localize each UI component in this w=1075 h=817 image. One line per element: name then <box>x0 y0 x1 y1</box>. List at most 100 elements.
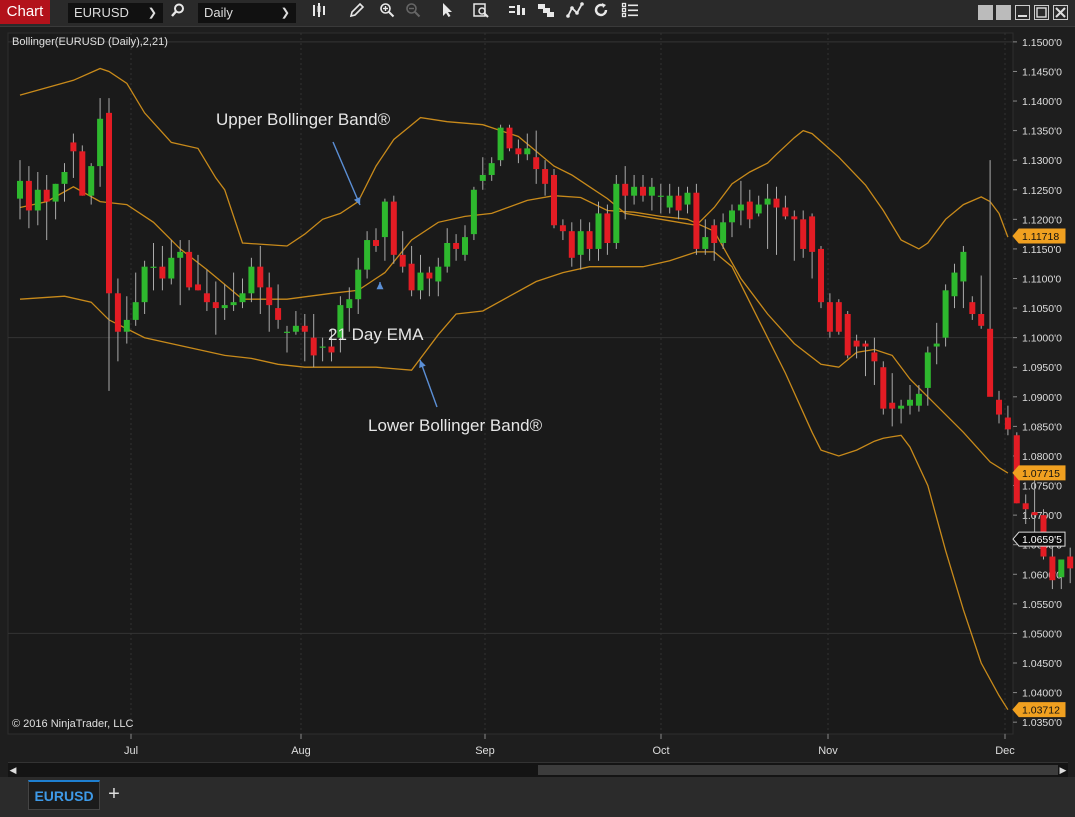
horizontal-scrollbar[interactable]: ◀ ▶ <box>8 762 1068 777</box>
candle-body <box>586 231 593 249</box>
candle-body <box>257 266 264 288</box>
candle-body <box>462 237 468 255</box>
y-tick-label: 1.1350'0 <box>1022 126 1062 138</box>
candle-body <box>470 189 477 235</box>
candle-body <box>915 393 922 406</box>
y-tick-label: 1.0500'0 <box>1022 628 1062 640</box>
maximize-button[interactable] <box>1034 5 1049 20</box>
scroll-left-icon[interactable]: ◀ <box>8 763 18 777</box>
x-tick-label: Jul <box>124 745 138 757</box>
candle <box>506 124 513 152</box>
candle-body <box>34 189 41 211</box>
candle-body <box>951 272 958 297</box>
y-tick-label: 1.0900'0 <box>1022 392 1062 404</box>
y-tick-label: 1.1450'0 <box>1022 66 1062 78</box>
candle-body <box>114 293 121 332</box>
candle <box>818 245 824 309</box>
y-tick-label: 1.0550'0 <box>1022 599 1062 611</box>
candle-body <box>657 195 664 197</box>
minimize-button[interactable] <box>1015 5 1030 20</box>
candle-body <box>17 180 23 199</box>
reload-icon[interactable] <box>593 2 615 24</box>
candle-body <box>150 266 157 268</box>
pencil-icon[interactable] <box>349 2 371 24</box>
y-tick-label: 1.1500'0 <box>1022 37 1062 49</box>
candle-body <box>551 174 557 226</box>
y-tick-label: 1.1300'0 <box>1022 155 1062 167</box>
scrollbar-thumb[interactable] <box>538 765 1058 775</box>
zoom-in-icon[interactable] <box>379 2 401 24</box>
indicator-list-icon[interactable] <box>621 2 643 24</box>
price-chart[interactable]: 1.1500'0 1.1450'0 1.1400'0 1.1350'0 1.1300'0… <box>0 27 1075 762</box>
candle-body <box>310 337 317 356</box>
candle-body <box>123 319 130 332</box>
candle <box>693 183 700 255</box>
ema-label: 21 Day EMA <box>328 325 424 344</box>
candle-body <box>755 204 762 214</box>
candle-body <box>177 251 184 258</box>
strategy-icon[interactable] <box>566 2 588 24</box>
candle-body <box>844 313 851 356</box>
chart-app-label: Chart <box>0 0 50 24</box>
tab-eurusd[interactable]: EURUSD <box>28 780 100 810</box>
search-icon[interactable] <box>170 2 192 24</box>
candle-body <box>168 257 175 279</box>
candle-body <box>52 183 59 202</box>
candle <box>613 174 620 249</box>
x-tick-label: Oct <box>652 745 669 757</box>
candle-body <box>506 127 513 149</box>
tab-bar: EURUSD + <box>0 777 1075 817</box>
candle-body <box>230 302 237 306</box>
price-marker-label: 1.07715 <box>1022 468 1060 480</box>
candle-body <box>907 399 913 406</box>
y-tick-label: 1.1100'0 <box>1022 273 1061 285</box>
candle-body <box>186 251 193 288</box>
candle-body <box>604 213 611 244</box>
y-tick-label: 1.0750'0 <box>1022 481 1062 493</box>
band-price-marker: 1.07715 <box>1012 465 1066 481</box>
y-tick-label: 1.0850'0 <box>1022 421 1062 433</box>
candle-body <box>479 174 486 181</box>
templates-icon[interactable] <box>537 2 559 24</box>
period-value: Daily <box>204 5 233 20</box>
candle-body <box>141 266 148 303</box>
candle-body <box>960 251 967 282</box>
add-tab-button[interactable]: + <box>104 780 124 810</box>
close-button[interactable] <box>1053 5 1068 20</box>
y-tick-label: 1.0950'0 <box>1022 362 1062 374</box>
candle-body <box>542 169 549 184</box>
candle <box>390 195 397 264</box>
candle-body <box>373 240 379 246</box>
candle-body <box>390 201 397 255</box>
candle-body <box>924 352 931 388</box>
scroll-right-icon[interactable]: ▶ <box>1058 763 1068 777</box>
candle-body <box>533 157 540 170</box>
band-price-marker: 1.03712 <box>1012 702 1066 718</box>
candle-body <box>61 172 68 184</box>
data-box-icon[interactable] <box>472 2 494 24</box>
candle-body <box>853 340 860 347</box>
candle-body <box>1067 556 1074 569</box>
instrument-select[interactable]: EURUSD ❯ <box>68 3 163 23</box>
zoom-out-icon[interactable] <box>405 2 427 24</box>
candle-body <box>666 195 673 208</box>
pointer-icon[interactable] <box>440 2 462 24</box>
candle-body <box>444 243 451 267</box>
candle-body <box>497 127 504 161</box>
price-marker-label: 1.11718 <box>1022 231 1059 243</box>
chart-area[interactable]: 1.1500'0 1.1450'0 1.1400'0 1.1350'0 1.1300'0… <box>0 27 1075 762</box>
tile-right-button[interactable] <box>996 5 1011 20</box>
properties-icon[interactable] <box>508 2 530 24</box>
x-tick-label: Sep <box>475 745 495 757</box>
chevron-down-icon: ❯ <box>147 7 157 19</box>
candle-body <box>880 367 887 409</box>
minimize-icon <box>1018 15 1027 17</box>
period-select[interactable]: Daily ❯ <box>198 3 296 23</box>
candle-body <box>559 225 566 232</box>
candle-body <box>284 331 290 333</box>
candle-body <box>266 287 273 306</box>
candle-body <box>88 166 95 196</box>
candle-body <box>132 302 139 320</box>
bar-type-icon[interactable] <box>311 2 333 24</box>
tile-left-button[interactable] <box>978 5 993 20</box>
